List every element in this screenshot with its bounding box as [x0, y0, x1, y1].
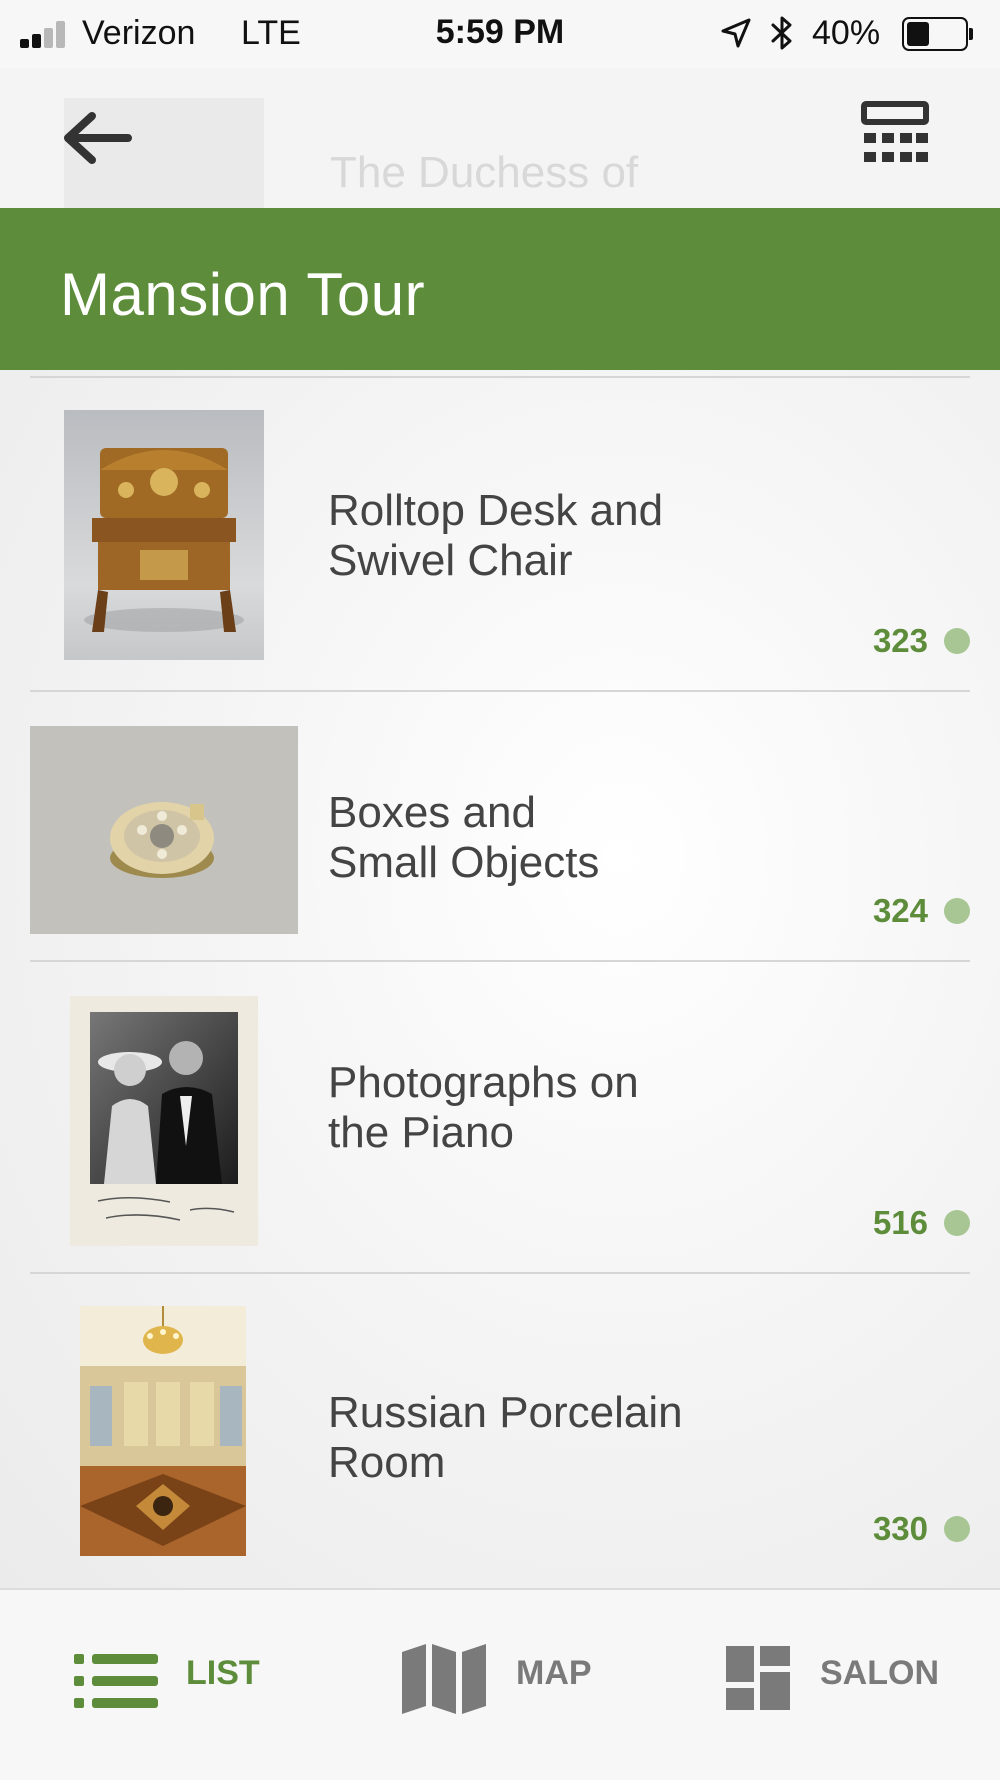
tab-label: SALON: [820, 1654, 939, 1692]
scrolled-item-title: The Duchess of: [330, 148, 639, 197]
list-item[interactable]: Boxes and Small Objects 324: [0, 690, 1000, 960]
stop-title-line-2: Swivel Chair: [328, 536, 573, 585]
location-arrow-icon: [721, 18, 751, 48]
stop-title-line-1: Russian Porcelain: [328, 1388, 683, 1437]
stop-title-line-1: Boxes and: [328, 788, 536, 837]
photograph-thumbnail: [70, 996, 258, 1246]
tab-label: MAP: [516, 1654, 592, 1692]
stop-title-line-2: the Piano: [328, 1108, 514, 1157]
stop-number: 516: [872, 1204, 928, 1241]
porcelain-room-thumbnail: [80, 1306, 246, 1556]
status-dot-icon: [944, 898, 970, 924]
keypad-button[interactable]: [860, 100, 936, 176]
tour-header: Mansion Tour: [0, 208, 1000, 370]
stop-number: 324: [872, 892, 928, 929]
tab-list[interactable]: LIST: [60, 1590, 270, 1780]
stop-title-line-1: Rolltop Desk and: [328, 486, 664, 535]
stop-number: 330: [872, 1510, 928, 1547]
stop-title: Russian Porcelain Room: [328, 1388, 788, 1488]
bottom-tab-bar: LIST MAP SALON: [0, 1588, 1000, 1780]
tab-label: LIST: [186, 1654, 260, 1692]
divider: [30, 1272, 970, 1274]
battery-icon: [902, 17, 974, 51]
status-dot-icon: [944, 1210, 970, 1236]
list-item[interactable]: Russian Porcelain Room 330: [0, 1272, 1000, 1588]
map-icon: [402, 1644, 486, 1714]
status-dot-icon: [944, 628, 970, 654]
bluetooth-icon: [771, 16, 792, 50]
list-item[interactable]: Photographs on the Piano 516: [0, 960, 1000, 1272]
boxes-thumbnail: [30, 726, 298, 934]
battery-percentage: 40%: [812, 14, 881, 52]
stop-number: 323: [872, 622, 928, 659]
back-button[interactable]: [56, 108, 136, 168]
top-navigation-bar: The Duchess of: [0, 68, 1000, 208]
stop-title-line-2: Room: [328, 1438, 446, 1487]
salon-icon: [726, 1646, 790, 1710]
stop-title: Photographs on the Piano: [328, 1058, 788, 1158]
arrow-left-icon: [64, 112, 132, 164]
rolltop-desk-thumbnail: [64, 410, 264, 660]
list-item[interactable]: Rolltop Desk and Swivel Chair 323: [0, 370, 1000, 690]
tab-salon[interactable]: SALON: [724, 1590, 964, 1780]
status-bar: Verizon LTE 5:59 PM 40%: [0, 0, 1000, 68]
stop-title: Boxes and Small Objects: [328, 788, 788, 888]
tab-map[interactable]: MAP: [400, 1590, 610, 1780]
status-dot-icon: [944, 1516, 970, 1542]
divider: [30, 376, 970, 378]
stop-title-line-1: Photographs on: [328, 1058, 639, 1107]
keypad-icon: [861, 101, 929, 162]
divider: [30, 960, 970, 962]
stop-title-line-2: Small Objects: [328, 838, 600, 887]
divider: [30, 690, 970, 692]
list-icon: [74, 1654, 158, 1708]
stop-title: Rolltop Desk and Swivel Chair: [328, 486, 788, 586]
tour-title: Mansion Tour: [60, 261, 426, 328]
stop-list[interactable]: Rolltop Desk and Swivel Chair 323 Boxes …: [0, 370, 1000, 1588]
